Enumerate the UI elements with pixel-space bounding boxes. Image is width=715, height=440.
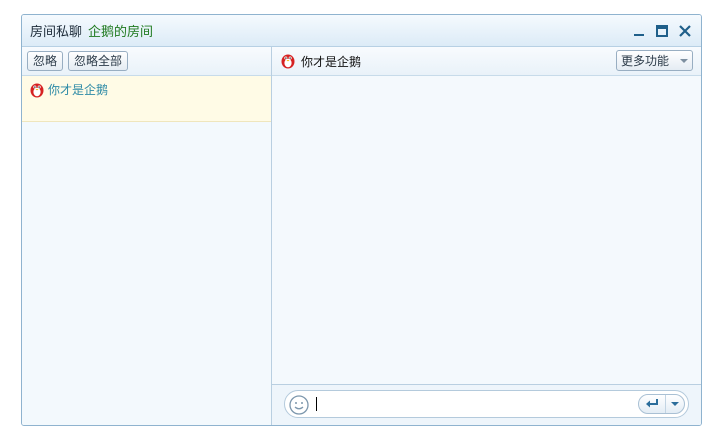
close-icon [679, 25, 691, 37]
send-options-button[interactable] [666, 395, 684, 413]
send-arrow-icon [646, 399, 658, 408]
send-button-group [638, 394, 685, 414]
contact-panel: 忽略 忽略全部 你才是企鹅 [22, 47, 272, 425]
maximize-button[interactable] [652, 21, 672, 41]
chat-title: 你才是企鹅 [301, 54, 362, 69]
chevron-down-icon [680, 58, 688, 63]
message-input[interactable] [315, 394, 628, 416]
contact-item[interactable]: 你才是企鹅 [22, 76, 271, 122]
input-bar [272, 384, 701, 425]
private-chat-window: 房间私聊 企鹅的房间 忽略 忽略全部 你才是企鹅 你才是企鹅 更多功能 [21, 14, 702, 426]
contact-toolbar: 忽略 忽略全部 [22, 47, 271, 76]
ignore-button[interactable]: 忽略 [27, 51, 64, 71]
chevron-down-icon [671, 402, 679, 406]
contact-name: 你才是企鹅 [48, 83, 109, 97]
window-controls [626, 21, 695, 41]
chat-panel: 你才是企鹅 更多功能 [272, 47, 701, 425]
more-functions-label: 更多功能 [621, 53, 670, 68]
more-functions-button[interactable]: 更多功能 [616, 50, 693, 71]
penguin-icon [281, 54, 295, 69]
ignore-all-button[interactable]: 忽略全部 [68, 51, 129, 71]
room-name: 企鹅的房间 [88, 25, 154, 40]
minimize-button[interactable] [629, 21, 649, 41]
penguin-icon [30, 83, 44, 98]
emoji-icon [289, 395, 309, 415]
message-area[interactable] [272, 76, 701, 384]
window-title: 房间私聊 [30, 25, 83, 40]
title-bar[interactable]: 房间私聊 企鹅的房间 [22, 15, 701, 47]
send-button[interactable] [639, 395, 666, 413]
minimize-icon [634, 34, 644, 36]
close-button[interactable] [675, 21, 695, 41]
message-input-box [284, 390, 689, 418]
emoji-button[interactable] [288, 394, 310, 416]
chat-header: 你才是企鹅 更多功能 [272, 47, 701, 76]
maximize-icon [656, 25, 668, 37]
text-caret [316, 397, 317, 411]
